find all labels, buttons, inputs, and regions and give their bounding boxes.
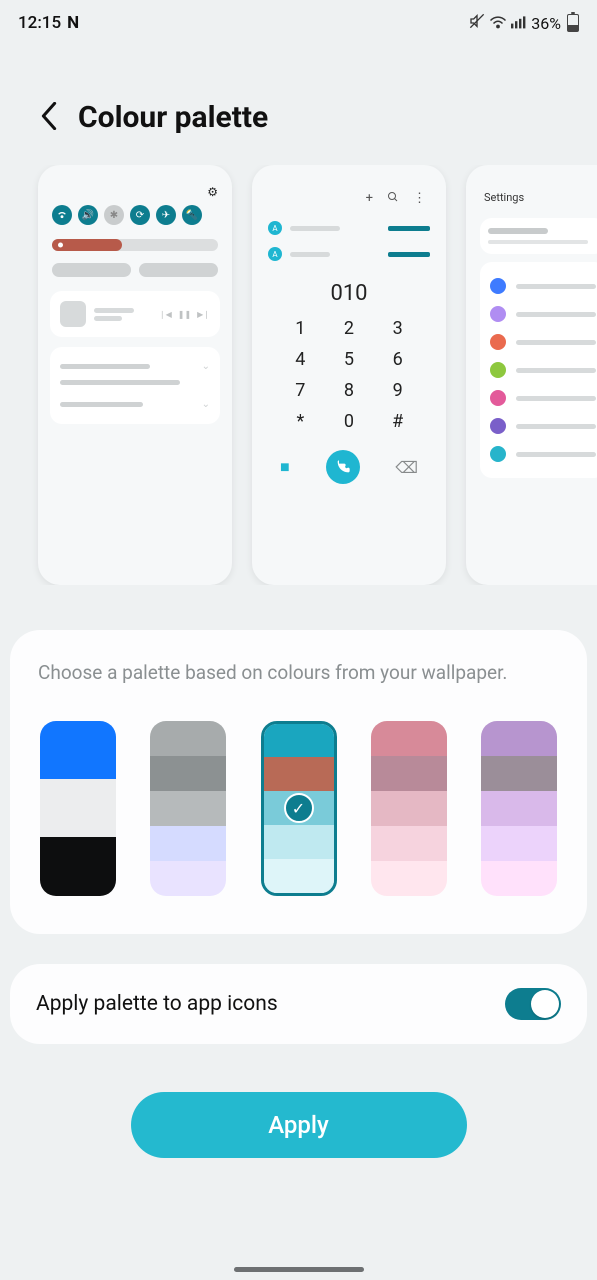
swatch-row: ✓: [38, 721, 559, 896]
call-icon: [326, 450, 360, 484]
settings-row-icon: [490, 418, 506, 434]
key-3: 3: [373, 318, 422, 339]
key-8: 8: [325, 380, 374, 401]
dial-pad: 1 2 3 4 5 6 7 8 9 * 0 #: [262, 312, 436, 438]
settings-row: [488, 300, 597, 328]
check-icon: ✓: [284, 793, 314, 823]
palette-description: Choose a palette based on colours from y…: [38, 660, 559, 687]
settings-row-icon: [490, 390, 506, 406]
dialed-number: 010: [262, 281, 436, 306]
preview-settings[interactable]: Settings: [466, 165, 597, 585]
apply-icons-label: Apply palette to app icons: [36, 992, 278, 1016]
key-9: 9: [373, 380, 422, 401]
battery-icon: [567, 14, 579, 32]
settings-row-icon: [490, 334, 506, 350]
brightness-slider: [52, 239, 218, 251]
settings-row-icon: [490, 362, 506, 378]
apply-icons-toggle[interactable]: [505, 988, 561, 1020]
rotate-toggle-icon: ⟳: [130, 205, 150, 225]
palette-swatch-4[interactable]: [481, 721, 557, 896]
preview-dialer[interactable]: + ⋮ A A 010 1 2 3 4 5 6 7 8 9 * 0 # ■ ⌫: [252, 165, 446, 585]
apply-button[interactable]: Apply: [131, 1092, 467, 1158]
apply-icons-card: Apply palette to app icons: [10, 964, 587, 1044]
key-hash: #: [373, 411, 422, 432]
palette-swatch-2[interactable]: ✓: [261, 721, 337, 896]
palette-swatch-3[interactable]: [371, 721, 447, 896]
mute-icon: [469, 13, 485, 33]
sound-toggle-icon: 🔊: [78, 205, 98, 225]
search-icon: [387, 191, 399, 207]
palette-card: Choose a palette based on colours from y…: [10, 630, 587, 934]
wifi-toggle-icon: [52, 205, 72, 225]
back-icon[interactable]: [40, 102, 58, 134]
contact-avatar: A: [268, 221, 282, 235]
flashlight-toggle-icon: 🔦: [182, 205, 202, 225]
video-call-icon: ■: [280, 457, 290, 477]
key-5: 5: [325, 349, 374, 370]
key-6: 6: [373, 349, 422, 370]
settings-title: Settings: [476, 175, 597, 210]
settings-row: [488, 328, 597, 356]
contact-avatar: A: [268, 247, 282, 261]
settings-row: [488, 384, 597, 412]
palette-swatch-1[interactable]: [150, 721, 226, 896]
airplane-toggle-icon: ✈: [156, 205, 176, 225]
wifi-icon: [489, 14, 507, 33]
apply-button-label: Apply: [268, 1111, 329, 1139]
palette-swatch-0[interactable]: [40, 721, 116, 896]
key-4: 4: [276, 349, 325, 370]
key-star: *: [276, 411, 325, 432]
gear-icon: ⚙: [207, 185, 218, 199]
key-1: 1: [276, 318, 325, 339]
status-bar: 12:15 N 36%: [0, 0, 597, 40]
key-7: 7: [276, 380, 325, 401]
media-card: ❘◀❚❚▶❘: [50, 291, 220, 337]
settings-row: [488, 412, 597, 440]
settings-row: [488, 440, 597, 468]
more-icon: ⋮: [413, 191, 426, 207]
settings-row-icon: [490, 446, 506, 462]
header: Colour palette: [0, 40, 597, 165]
backspace-icon: ⌫: [395, 458, 418, 477]
preview-row: ⚙ 🔊 ✱ ⟳ ✈ 🔦 ❘◀❚❚▶❘ ⌄ ⌄ + ⋮ A: [0, 165, 597, 585]
status-time: 12:15: [18, 13, 61, 33]
settings-row-icon: [490, 306, 506, 322]
settings-row-icon: [490, 278, 506, 294]
plus-icon: +: [366, 191, 373, 207]
signal-icon: [511, 14, 527, 33]
battery-percent: 36%: [531, 14, 561, 33]
status-app-badge: N: [67, 13, 79, 33]
key-2: 2: [325, 318, 374, 339]
settings-row: [488, 272, 597, 300]
settings-row: [488, 356, 597, 384]
page-title: Colour palette: [78, 100, 268, 135]
key-0: 0: [325, 411, 374, 432]
home-indicator[interactable]: [234, 1267, 364, 1272]
bluetooth-toggle-icon: ✱: [104, 205, 124, 225]
preview-quicksettings[interactable]: ⚙ 🔊 ✱ ⟳ ✈ 🔦 ❘◀❚❚▶❘ ⌄ ⌄: [38, 165, 232, 585]
